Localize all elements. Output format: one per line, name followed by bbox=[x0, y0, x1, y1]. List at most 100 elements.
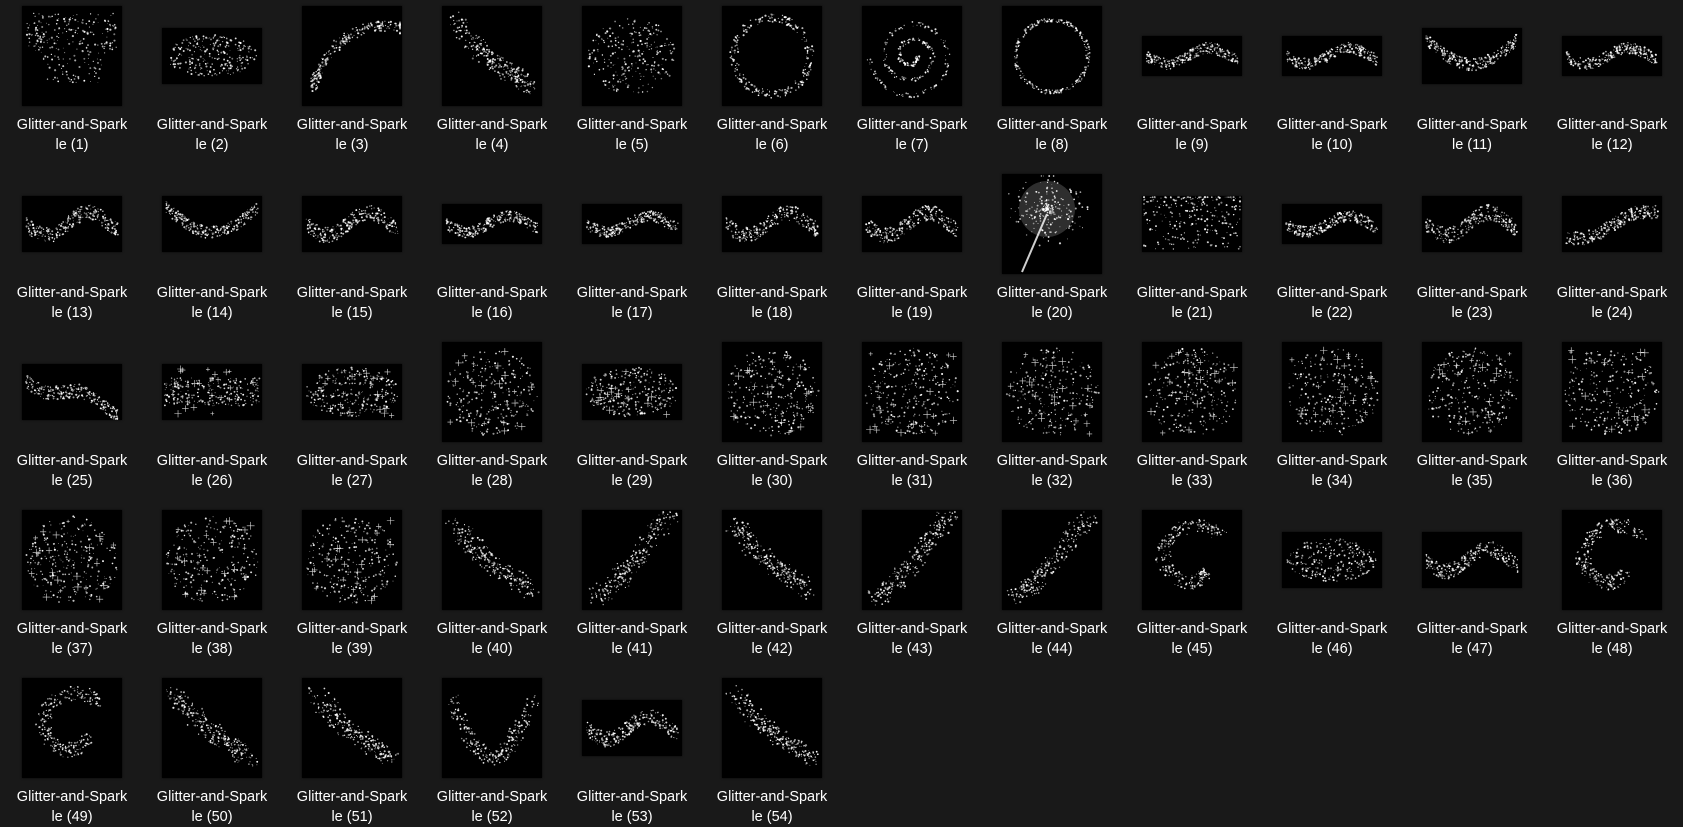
file-item[interactable]: Glitter-and-Spark le (5) bbox=[568, 2, 696, 162]
file-thumbnail[interactable] bbox=[1558, 338, 1666, 446]
file-thumbnail[interactable] bbox=[438, 506, 546, 614]
file-thumbnail[interactable] bbox=[158, 338, 266, 446]
file-name-label[interactable]: Glitter-and-Spark le (34) bbox=[1268, 451, 1396, 491]
file-thumbnail[interactable] bbox=[1558, 506, 1666, 614]
file-name-label[interactable]: Glitter-and-Spark le (21) bbox=[1128, 283, 1256, 323]
file-name-label[interactable]: Glitter-and-Spark le (27) bbox=[288, 451, 416, 491]
file-thumbnail[interactable] bbox=[998, 170, 1106, 278]
file-name-label[interactable]: Glitter-and-Spark le (8) bbox=[988, 115, 1116, 155]
file-thumbnail[interactable] bbox=[298, 338, 406, 446]
file-name-label[interactable]: Glitter-and-Spark le (52) bbox=[428, 787, 556, 827]
file-item[interactable]: Glitter-and-Spark le (51) bbox=[288, 674, 416, 827]
file-item[interactable]: Glitter-and-Spark le (7) bbox=[848, 2, 976, 162]
file-thumbnail[interactable] bbox=[1278, 338, 1386, 446]
file-name-label[interactable]: Glitter-and-Spark le (10) bbox=[1268, 115, 1396, 155]
file-item[interactable]: Glitter-and-Spark le (54) bbox=[708, 674, 836, 827]
file-thumbnail[interactable] bbox=[1558, 170, 1666, 278]
file-thumbnail[interactable] bbox=[158, 170, 266, 278]
file-name-label[interactable]: Glitter-and-Spark le (54) bbox=[708, 787, 836, 827]
file-thumbnail[interactable] bbox=[18, 506, 126, 614]
file-name-label[interactable]: Glitter-and-Spark le (50) bbox=[148, 787, 276, 827]
file-name-label[interactable]: Glitter-and-Spark le (16) bbox=[428, 283, 556, 323]
file-name-label[interactable]: Glitter-and-Spark le (28) bbox=[428, 451, 556, 491]
file-item[interactable]: Glitter-and-Spark le (10) bbox=[1268, 2, 1396, 162]
file-item[interactable]: Glitter-and-Spark le (49) bbox=[8, 674, 136, 827]
file-thumbnail[interactable] bbox=[578, 2, 686, 110]
file-name-label[interactable]: Glitter-and-Spark le (42) bbox=[708, 619, 836, 659]
file-item[interactable]: Glitter-and-Spark le (11) bbox=[1408, 2, 1536, 162]
file-item[interactable]: Glitter-and-Spark le (42) bbox=[708, 506, 836, 666]
file-item[interactable]: Glitter-and-Spark le (47) bbox=[1408, 506, 1536, 666]
file-thumbnail[interactable] bbox=[438, 2, 546, 110]
file-item[interactable]: Glitter-and-Spark le (39) bbox=[288, 506, 416, 666]
file-name-label[interactable]: Glitter-and-Spark le (22) bbox=[1268, 283, 1396, 323]
file-name-label[interactable]: Glitter-and-Spark le (1) bbox=[8, 115, 136, 155]
file-name-label[interactable]: Glitter-and-Spark le (35) bbox=[1408, 451, 1536, 491]
file-name-label[interactable]: Glitter-and-Spark le (32) bbox=[988, 451, 1116, 491]
file-item[interactable]: Glitter-and-Spark le (18) bbox=[708, 170, 836, 330]
file-name-label[interactable]: Glitter-and-Spark le (6) bbox=[708, 115, 836, 155]
file-thumbnail[interactable] bbox=[298, 2, 406, 110]
file-item[interactable]: Glitter-and-Spark le (26) bbox=[148, 338, 276, 498]
file-thumbnail[interactable] bbox=[858, 338, 966, 446]
file-name-label[interactable]: Glitter-and-Spark le (43) bbox=[848, 619, 976, 659]
file-item[interactable]: Glitter-and-Spark le (17) bbox=[568, 170, 696, 330]
file-thumbnail[interactable] bbox=[18, 338, 126, 446]
file-item[interactable]: Glitter-and-Spark le (52) bbox=[428, 674, 556, 827]
file-thumbnail[interactable] bbox=[718, 338, 826, 446]
file-thumbnail[interactable] bbox=[438, 674, 546, 782]
file-item[interactable]: Glitter-and-Spark le (44) bbox=[988, 506, 1116, 666]
file-name-label[interactable]: Glitter-and-Spark le (24) bbox=[1548, 283, 1676, 323]
file-thumbnail[interactable] bbox=[438, 338, 546, 446]
file-thumbnail[interactable] bbox=[1418, 506, 1526, 614]
file-thumbnail[interactable] bbox=[998, 506, 1106, 614]
file-thumbnail[interactable] bbox=[18, 674, 126, 782]
file-name-label[interactable]: Glitter-and-Spark le (20) bbox=[988, 283, 1116, 323]
file-thumbnail[interactable] bbox=[1138, 506, 1246, 614]
file-item[interactable]: Glitter-and-Spark le (1) bbox=[8, 2, 136, 162]
file-item[interactable]: Glitter-and-Spark le (43) bbox=[848, 506, 976, 666]
file-name-label[interactable]: Glitter-and-Spark le (36) bbox=[1548, 451, 1676, 491]
file-name-label[interactable]: Glitter-and-Spark le (3) bbox=[288, 115, 416, 155]
file-name-label[interactable]: Glitter-and-Spark le (53) bbox=[568, 787, 696, 827]
file-item[interactable]: Glitter-and-Spark le (23) bbox=[1408, 170, 1536, 330]
file-thumbnail[interactable] bbox=[998, 338, 1106, 446]
file-item[interactable]: Glitter-and-Spark le (21) bbox=[1128, 170, 1256, 330]
file-name-label[interactable]: Glitter-and-Spark le (40) bbox=[428, 619, 556, 659]
file-thumbnail[interactable] bbox=[718, 506, 826, 614]
file-thumbnail[interactable] bbox=[1278, 2, 1386, 110]
file-name-label[interactable]: Glitter-and-Spark le (2) bbox=[148, 115, 276, 155]
file-thumbnail[interactable] bbox=[1278, 506, 1386, 614]
file-name-label[interactable]: Glitter-and-Spark le (26) bbox=[148, 451, 276, 491]
file-item[interactable]: Glitter-and-Spark le (29) bbox=[568, 338, 696, 498]
file-item[interactable]: Glitter-and-Spark le (31) bbox=[848, 338, 976, 498]
file-name-label[interactable]: Glitter-and-Spark le (33) bbox=[1128, 451, 1256, 491]
file-name-label[interactable]: Glitter-and-Spark le (23) bbox=[1408, 283, 1536, 323]
file-item[interactable]: Glitter-and-Spark le (28) bbox=[428, 338, 556, 498]
file-thumbnail[interactable] bbox=[858, 170, 966, 278]
file-thumbnail[interactable] bbox=[18, 2, 126, 110]
file-name-label[interactable]: Glitter-and-Spark le (18) bbox=[708, 283, 836, 323]
file-name-label[interactable]: Glitter-and-Spark le (7) bbox=[848, 115, 976, 155]
file-name-label[interactable]: Glitter-and-Spark le (47) bbox=[1408, 619, 1536, 659]
file-thumbnail[interactable] bbox=[1138, 338, 1246, 446]
file-thumbnail[interactable] bbox=[1418, 338, 1526, 446]
file-name-label[interactable]: Glitter-and-Spark le (29) bbox=[568, 451, 696, 491]
file-name-label[interactable]: Glitter-and-Spark le (31) bbox=[848, 451, 976, 491]
file-thumbnail[interactable] bbox=[1418, 170, 1526, 278]
file-item[interactable]: Glitter-and-Spark le (48) bbox=[1548, 506, 1676, 666]
file-thumbnail[interactable] bbox=[578, 674, 686, 782]
file-item[interactable]: Glitter-and-Spark le (33) bbox=[1128, 338, 1256, 498]
file-name-label[interactable]: Glitter-and-Spark le (30) bbox=[708, 451, 836, 491]
file-item[interactable]: Glitter-and-Spark le (4) bbox=[428, 2, 556, 162]
file-thumbnail[interactable] bbox=[158, 674, 266, 782]
file-thumbnail[interactable] bbox=[298, 170, 406, 278]
file-item[interactable]: Glitter-and-Spark le (12) bbox=[1548, 2, 1676, 162]
file-name-label[interactable]: Glitter-and-Spark le (9) bbox=[1128, 115, 1256, 155]
file-item[interactable]: Glitter-and-Spark le (36) bbox=[1548, 338, 1676, 498]
file-item[interactable]: Glitter-and-Spark le (25) bbox=[8, 338, 136, 498]
file-item[interactable]: Glitter-and-Spark le (3) bbox=[288, 2, 416, 162]
file-thumbnail[interactable] bbox=[1278, 170, 1386, 278]
file-thumbnail[interactable] bbox=[578, 170, 686, 278]
file-name-label[interactable]: Glitter-and-Spark le (49) bbox=[8, 787, 136, 827]
